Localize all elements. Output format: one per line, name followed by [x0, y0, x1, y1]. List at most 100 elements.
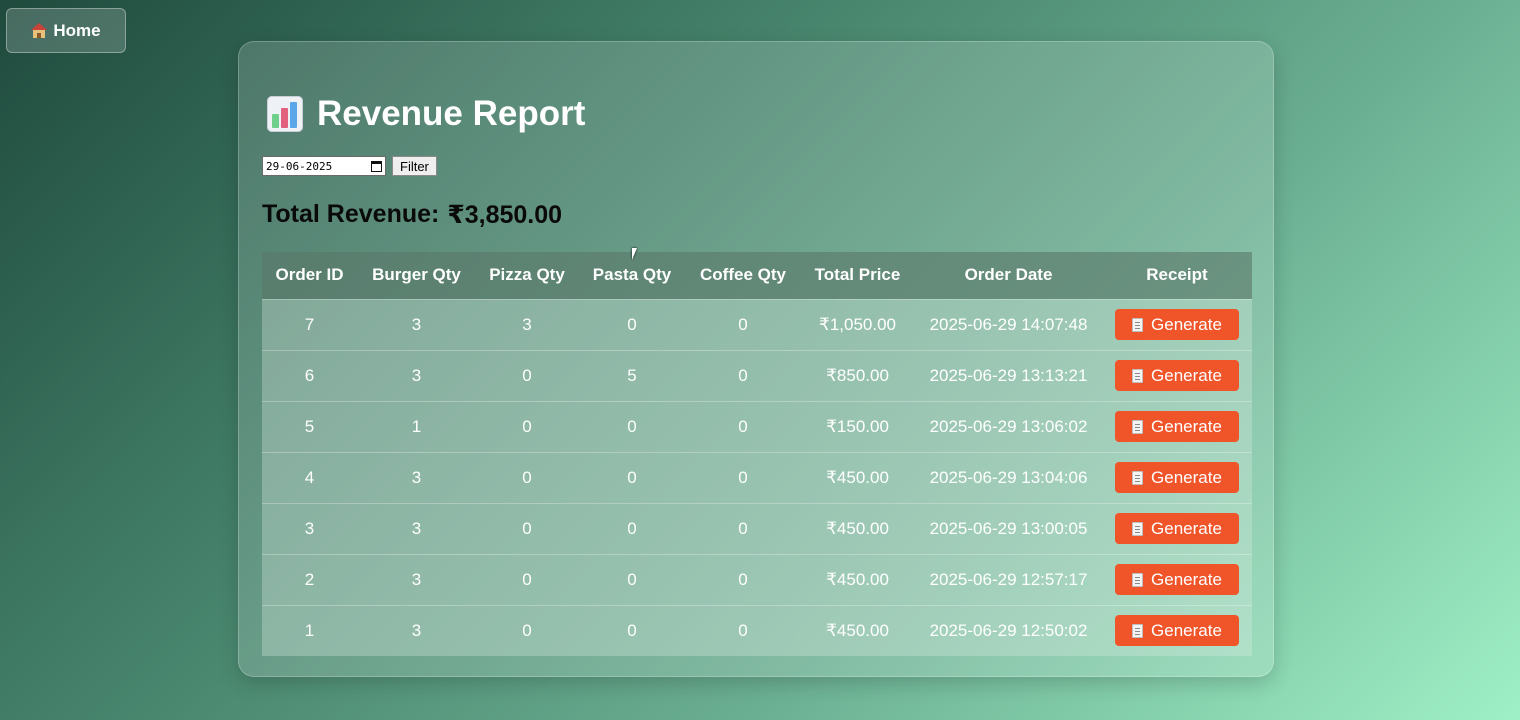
header-total-price: Total Price [814, 265, 901, 285]
report-card: Revenue Report 29-06-2025 Filter Total R… [238, 41, 1274, 677]
receipt-cell: Generate [1102, 503, 1252, 554]
burger-qty-cell: 3 [411, 314, 422, 334]
total-revenue-value: ₹3,850.00 [447, 201, 563, 229]
table-row: 5 1 0 0 0 ₹150.00 2025-06-29 13:06:02 Ge… [262, 401, 1252, 452]
table-row: 1 3 0 0 0 ₹450.00 2025-06-29 12:50:02 Ge… [262, 605, 1252, 656]
home-button-label: Home [53, 20, 101, 40]
order-id-cell: 7 [304, 314, 315, 334]
burger-qty-cell: 1 [411, 416, 422, 436]
total-price-cell: ₹1,050.00 [819, 314, 896, 334]
table-row: 4 3 0 0 0 ₹450.00 2025-06-29 13:04:06 Ge… [262, 452, 1252, 503]
generate-receipt-button[interactable]: Generate [1115, 513, 1239, 544]
filter-form: 29-06-2025 Filter [262, 156, 437, 176]
table-row: 3 3 0 0 0 ₹450.00 2025-06-29 13:00:05 Ge… [262, 503, 1252, 554]
generate-label: Generate [1151, 467, 1222, 487]
total-price-cell: ₹450.00 [826, 569, 889, 589]
date-input-value: 29-06-2025 [266, 159, 333, 173]
coffee-qty-cell: 0 [738, 416, 748, 436]
generate-label: Generate [1151, 518, 1222, 538]
generate-receipt-button[interactable]: Generate [1115, 462, 1239, 493]
total-revenue-label: Total Revenue: [262, 200, 440, 228]
calendar-icon[interactable] [371, 160, 382, 172]
order-id-cell: 3 [304, 518, 315, 538]
date-input[interactable]: 29-06-2025 [262, 156, 386, 176]
header-burger-qty: Burger Qty [372, 265, 461, 285]
burger-qty-cell: 3 [411, 569, 422, 589]
order-date-cell: 2025-06-29 12:57:17 [929, 569, 1088, 589]
pasta-qty-cell: 5 [627, 365, 637, 385]
filter-button[interactable]: Filter [392, 156, 437, 176]
order-id-cell: 5 [304, 416, 315, 436]
pizza-qty-cell: 0 [522, 620, 532, 640]
generate-label: Generate [1151, 314, 1222, 334]
receipt-cell: Generate [1102, 299, 1252, 350]
receipt-icon [1132, 419, 1144, 434]
generate-receipt-button[interactable]: Generate [1115, 309, 1239, 340]
burger-qty-cell: 3 [411, 620, 422, 640]
order-date-cell: 2025-06-29 12:50:02 [929, 620, 1088, 640]
total-price-cell: ₹450.00 [826, 620, 889, 640]
generate-receipt-button[interactable]: Generate [1115, 411, 1239, 442]
orders-table-container: Order ID Burger Qty Pizza Qty Pasta Qty … [262, 252, 1252, 656]
order-date-cell: 2025-06-29 13:04:06 [929, 467, 1088, 487]
receipt-cell: Generate [1102, 605, 1252, 656]
table-header-row: Order ID Burger Qty Pizza Qty Pasta Qty … [262, 252, 1252, 299]
receipt-cell: Generate [1102, 401, 1252, 452]
total-revenue: Total Revenue: ₹3,850.00 [262, 200, 562, 230]
pasta-qty-cell: 0 [627, 314, 637, 334]
coffee-qty-cell: 0 [738, 518, 748, 538]
header-pizza-qty: Pizza Qty [489, 265, 565, 285]
receipt-cell: Generate [1102, 452, 1252, 503]
burger-qty-cell: 3 [411, 365, 422, 385]
order-id-cell: 2 [304, 569, 315, 589]
pizza-qty-cell: 0 [522, 569, 532, 589]
header-order-id: Order ID [275, 265, 344, 285]
home-button[interactable]: Home [6, 8, 126, 53]
bar-chart-icon [267, 96, 303, 132]
table-row: 6 3 0 5 0 ₹850.00 2025-06-29 13:13:21 Ge… [262, 350, 1252, 401]
pasta-qty-cell: 0 [627, 467, 637, 487]
generate-label: Generate [1151, 365, 1222, 385]
pizza-qty-cell: 0 [522, 518, 532, 538]
generate-receipt-button[interactable]: Generate [1115, 564, 1239, 595]
pasta-qty-cell: 0 [627, 416, 637, 436]
receipt-cell: Generate [1102, 554, 1252, 605]
coffee-qty-cell: 0 [738, 620, 748, 640]
generate-receipt-button[interactable]: Generate [1115, 360, 1239, 391]
order-date-cell: 2025-06-29 13:06:02 [929, 416, 1088, 436]
receipt-cell: Generate [1102, 350, 1252, 401]
title-row: Revenue Report [267, 94, 585, 134]
generate-label: Generate [1151, 416, 1222, 436]
total-price-cell: ₹450.00 [826, 518, 889, 538]
generate-label: Generate [1151, 620, 1222, 640]
header-receipt: Receipt [1146, 265, 1208, 285]
generate-label: Generate [1151, 569, 1222, 589]
total-price-cell: ₹850.00 [826, 365, 889, 385]
table-row: 2 3 0 0 0 ₹450.00 2025-06-29 12:57:17 Ge… [262, 554, 1252, 605]
pizza-qty-cell: 0 [522, 365, 532, 385]
table-row: 7 3 3 0 0 ₹1,050.00 2025-06-29 14:07:48 … [262, 299, 1252, 350]
pasta-qty-cell: 0 [627, 569, 637, 589]
order-id-cell: 4 [304, 467, 315, 487]
order-id-cell: 6 [304, 365, 315, 385]
receipt-icon [1132, 521, 1144, 536]
pizza-qty-cell: 0 [522, 416, 532, 436]
pizza-qty-cell: 0 [522, 467, 532, 487]
generate-receipt-button[interactable]: Generate [1115, 615, 1239, 647]
total-price-cell: ₹150.00 [826, 416, 889, 436]
orders-table: Order ID Burger Qty Pizza Qty Pasta Qty … [262, 252, 1252, 656]
receipt-icon [1132, 572, 1144, 587]
order-id-cell: 1 [304, 620, 315, 640]
order-date-cell: 2025-06-29 13:13:21 [929, 365, 1088, 385]
pasta-qty-cell: 0 [627, 518, 637, 538]
header-order-date: Order Date [964, 265, 1053, 285]
coffee-qty-cell: 0 [738, 314, 748, 334]
burger-qty-cell: 3 [411, 518, 422, 538]
total-price-cell: ₹450.00 [826, 467, 889, 487]
header-coffee-qty: Coffee Qty [700, 265, 786, 285]
receipt-icon [1132, 368, 1144, 383]
page-title: Revenue Report [317, 94, 586, 133]
home-icon [31, 23, 48, 38]
receipt-icon [1132, 623, 1144, 638]
coffee-qty-cell: 0 [738, 365, 748, 385]
